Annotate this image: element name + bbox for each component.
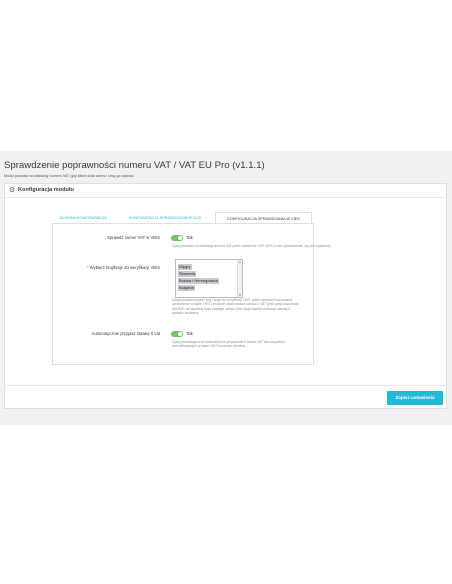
scroll-down-icon[interactable]: ▼ xyxy=(238,293,242,297)
page-subtitle: Moduł pozwala na walidację numeru VAT, g… xyxy=(4,174,134,178)
countries-select[interactable]: Węgry Słowenia Bośnia i Hercegowina Bułg… xyxy=(175,259,243,298)
country-option[interactable]: Bułgaria xyxy=(178,285,195,292)
panel-footer-divider xyxy=(4,385,447,386)
required-mark: * xyxy=(86,265,89,270)
page-title: Sprawdzenie poprawności numeru VAT / VAT… xyxy=(4,160,265,171)
check-vat-toggle-label: Tak xyxy=(186,235,193,240)
listbox-scrollbar[interactable]: ▲ ▼ xyxy=(237,260,242,297)
countries-help: Opcja pozwala wybrać kraj / kraje do wer… xyxy=(172,298,300,315)
country-option[interactable]: Bośnia i Hercegowina xyxy=(178,278,219,285)
scroll-up-icon[interactable]: ▲ xyxy=(238,260,242,264)
countries-label: * Wybierz kraj/kraje do weryfikacji VIES xyxy=(60,265,160,270)
auto-zero-vat-help: Opcja pozwalająca na automatyczne przypi… xyxy=(172,340,286,349)
panel-header: ⚙ Konfiguracja modułu xyxy=(5,184,446,198)
check-vat-help: Opcja pozwala na walidację numeru VAT pr… xyxy=(172,244,331,248)
country-option[interactable]: Węgry xyxy=(178,264,192,271)
gears-icon: ⚙ xyxy=(9,187,16,194)
auto-zero-vat-label: Automatycznie przypisz stawkę 0 vat xyxy=(91,331,160,336)
auto-zero-vat-toggle-label: Tak xyxy=(186,331,193,336)
toggle-knob xyxy=(178,332,182,336)
auto-zero-vat-toggle[interactable] xyxy=(171,331,183,337)
save-settings-button[interactable]: Zapisz ustawienia xyxy=(387,391,443,405)
check-vat-toggle[interactable] xyxy=(171,235,183,241)
country-option[interactable]: Słowenia xyxy=(178,271,197,278)
countries-label-text: Wybierz kraj/kraje do weryfikacji VIES xyxy=(89,265,160,270)
toggle-knob xyxy=(178,236,182,240)
check-vat-label: Sprawdź numer VAT w VIES xyxy=(107,235,160,240)
panel-title: Konfiguracja modułu xyxy=(18,187,74,193)
